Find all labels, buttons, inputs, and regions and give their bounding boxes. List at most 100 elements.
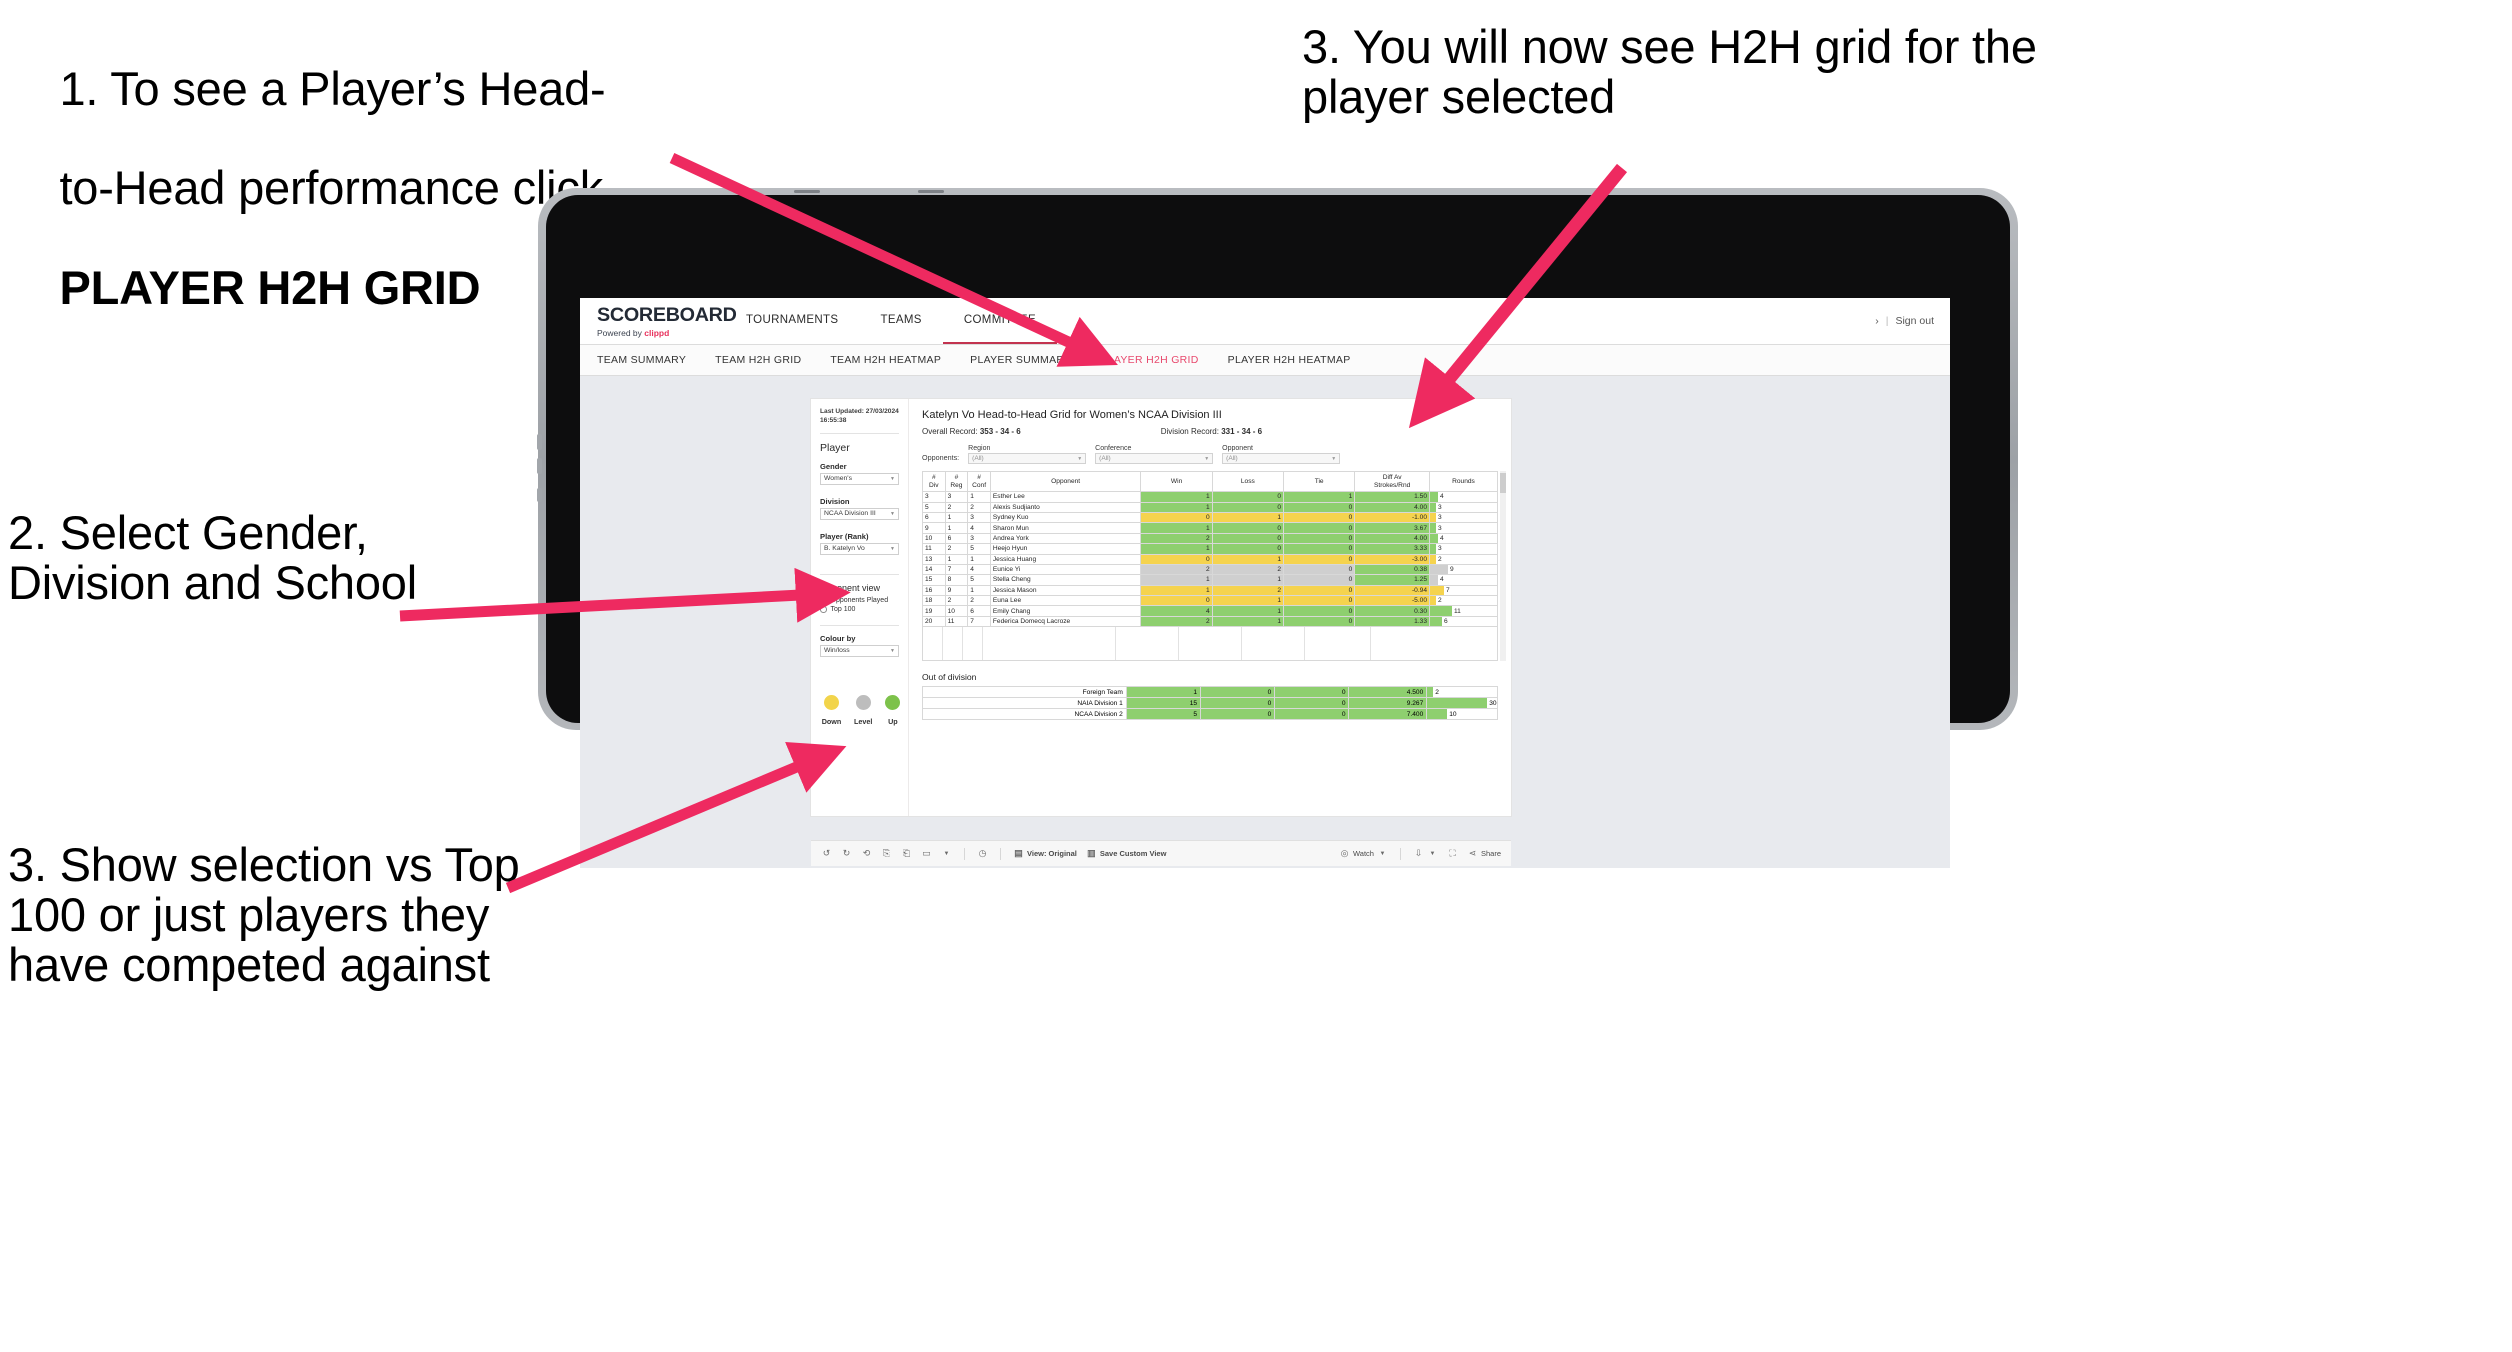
- revert-icon[interactable]: ⟲: [861, 848, 872, 859]
- out-of-division-row[interactable]: NAIA Division 1 15 0 0 9.267 30: [922, 697, 1498, 710]
- player-rank-label: Player (Rank): [820, 531, 869, 541]
- diff-value: 0.38: [1354, 563, 1430, 576]
- dropdown-caret-icon[interactable]: ▼: [941, 848, 952, 859]
- filter-conference-label: Conference: [1095, 445, 1132, 452]
- rounds-bar: [1430, 606, 1452, 616]
- player-rank-select[interactable]: B. Katelyn Vo ▼: [820, 542, 899, 555]
- volume-down-button[interactable]: [537, 458, 542, 474]
- subnav-item-team-summary[interactable]: TEAM SUMMARY: [597, 354, 686, 366]
- col-rounds[interactable]: Rounds: [1429, 470, 1498, 493]
- col-loss[interactable]: Loss: [1211, 470, 1285, 493]
- filter-opponent-label: Opponent: [1222, 445, 1253, 452]
- rounds-cell: 10: [1426, 708, 1498, 721]
- table-row[interactable]: 18 2 2 Euna Lee 0 1 0 -5.00 2: [922, 595, 1498, 607]
- table-row[interactable]: 3 3 1 Esther Lee 1 0 1 1.50 4: [922, 491, 1498, 503]
- table-scrollbar-track[interactable]: [1500, 471, 1506, 662]
- sign-out-link[interactable]: Sign out: [1895, 315, 1934, 327]
- filter-conference-value: (All): [1099, 455, 1111, 462]
- rounds-value: 7: [1446, 586, 1450, 594]
- loss-value: 0: [1200, 708, 1276, 721]
- win-value: 2: [1140, 532, 1213, 545]
- radio-selected-icon: [820, 597, 827, 604]
- table-row[interactable]: 13 1 1 Jessica Huang 0 1 0 -3.00 2: [922, 553, 1498, 565]
- col-win[interactable]: Win: [1140, 470, 1213, 493]
- refresh-icon[interactable]: ⎘: [881, 848, 892, 859]
- pause-icon[interactable]: ⎗: [901, 848, 912, 859]
- col-tie[interactable]: Tie: [1282, 470, 1356, 493]
- top-navigation: TOURNAMENTS TEAMS COMMITTEE: [725, 298, 1875, 344]
- loss-value: 1: [1211, 574, 1285, 586]
- view-original-button[interactable]: ▤ View: Original: [1013, 848, 1077, 859]
- subnav-item-player-summary[interactable]: PLAYER SUMMARY: [970, 354, 1071, 366]
- col-reg[interactable]: # Reg: [944, 470, 969, 493]
- app-logo[interactable]: SCOREBOARD Powered by clippd: [580, 298, 737, 344]
- table-row[interactable]: 6 1 3 Sydney Kuo 0 1 0 -1.00 3: [922, 511, 1498, 524]
- out-of-division-row[interactable]: Foreign Team 1 0 0 4.500 2: [922, 686, 1498, 699]
- filter-region-select[interactable]: (All) ▼: [968, 453, 1087, 464]
- clock-icon[interactable]: ◷: [977, 848, 988, 859]
- fullscreen-icon[interactable]: ⛶: [1447, 848, 1458, 859]
- chevron-right-icon[interactable]: ›: [1875, 315, 1879, 327]
- diff-value: 4.500: [1348, 686, 1428, 699]
- table-row[interactable]: 11 2 5 Heejo Hyun 1 0 0 3.33 3: [922, 543, 1498, 555]
- table-row[interactable]: 14 7 4 Eunice Yi 2 2 0 0.38 9: [922, 563, 1498, 576]
- subnav-item-player-h2h-heatmap[interactable]: PLAYER H2H HEATMAP: [1228, 354, 1351, 366]
- filter-conference-select[interactable]: (All) ▼: [1095, 453, 1214, 464]
- table-row[interactable]: 10 6 3 Andrea York 2 0 0 4.00 4: [922, 532, 1498, 545]
- radio-opponents-played[interactable]: Opponents Played: [820, 597, 899, 604]
- table-row[interactable]: 5 2 2 Alexis Sudjianto 1 0 0 4.00 3: [922, 501, 1498, 513]
- loss-value: 2: [1211, 563, 1285, 576]
- subnav-item-team-h2h-heatmap[interactable]: TEAM H2H HEATMAP: [830, 354, 941, 366]
- power-button[interactable]: [537, 488, 542, 502]
- loss-value: 1: [1211, 553, 1285, 565]
- gender-select[interactable]: Women's ▼: [820, 472, 899, 485]
- rounds-value: 9: [1450, 566, 1454, 574]
- rank-conf: 2: [967, 501, 991, 513]
- table-row[interactable]: 16 9 1 Jessica Mason 1 2 0 -0.94 7: [922, 584, 1498, 597]
- diff-value: 4.00: [1354, 532, 1430, 545]
- rounds-value: 4: [1440, 534, 1444, 542]
- save-custom-view-button[interactable]: ▥ Save Custom View: [1086, 848, 1166, 859]
- topnav-item-committee[interactable]: COMMITTEE: [942, 298, 1057, 344]
- col-opponent[interactable]: Opponent: [989, 470, 1142, 493]
- table-scrollbar-thumb[interactable]: [1500, 473, 1506, 493]
- table-row[interactable]: 9 1 4 Sharon Mun 1 0 0 3.67 3: [922, 522, 1498, 534]
- subnav-item-team-h2h-grid[interactable]: TEAM H2H GRID: [715, 354, 801, 366]
- table-row[interactable]: 19 10 6 Emily Chang 4 1 0 0.30 11: [922, 605, 1498, 617]
- chevron-down-icon: ▼: [890, 475, 895, 482]
- division-select[interactable]: NCAA Division III ▼: [820, 507, 899, 520]
- out-of-division-row[interactable]: NCAA Division 2 5 0 0 7.400 10: [922, 708, 1498, 721]
- col-diff[interactable]: Diff Av Strokes/Rnd: [1354, 470, 1430, 493]
- download-button[interactable]: ⇩ ▼: [1413, 848, 1438, 859]
- col-conf[interactable]: # Conf: [967, 470, 991, 493]
- rank-div: 11: [922, 543, 946, 555]
- undo-icon[interactable]: ↺: [821, 848, 832, 859]
- player-rank-value: B. Katelyn Vo: [824, 545, 865, 553]
- rank-conf: 4: [967, 563, 991, 576]
- topnav-item-tournaments[interactable]: TOURNAMENTS: [725, 298, 859, 344]
- colour-by-select[interactable]: Win/loss ▼: [820, 644, 899, 657]
- diff-value: 3.67: [1354, 522, 1430, 534]
- rank-conf: 6: [967, 605, 991, 617]
- opponent-name: Federica Domecq Lacroze: [989, 615, 1142, 628]
- radio-top-100[interactable]: Top 100: [820, 606, 899, 613]
- loss-value: 0: [1200, 686, 1276, 699]
- header-right: › | Sign out: [1875, 298, 1950, 344]
- watch-button[interactable]: ◎ Watch ▼: [1339, 848, 1388, 859]
- alerts-icon[interactable]: ▭: [921, 848, 932, 859]
- subnav-item-player-h2h-grid[interactable]: PLAYER H2H GRID: [1100, 354, 1198, 366]
- col-div[interactable]: # Div: [922, 470, 946, 493]
- share-button[interactable]: ⋖ Share: [1467, 848, 1501, 859]
- redo-icon[interactable]: ↻: [841, 848, 852, 859]
- opponent-name: Jessica Huang: [989, 553, 1142, 565]
- annotation-3: 3. Show selection vs Top 100 or just pla…: [8, 838, 533, 991]
- topnav-item-teams[interactable]: TEAMS: [859, 298, 942, 344]
- table-row[interactable]: 20 11 7 Federica Domecq Lacroze 2 1 0 1.33 6: [922, 615, 1498, 628]
- volume-up-button[interactable]: [537, 434, 542, 450]
- filter-opponent-select[interactable]: (All) ▼: [1222, 453, 1341, 464]
- rounds-value: 3: [1438, 514, 1442, 522]
- division-label: Division: [820, 496, 850, 506]
- rank-conf: 1: [967, 584, 991, 597]
- view-original-label: View: Original: [1027, 849, 1077, 858]
- table-row[interactable]: 15 8 5 Stella Cheng 1 1 0 1.25 4: [922, 574, 1498, 586]
